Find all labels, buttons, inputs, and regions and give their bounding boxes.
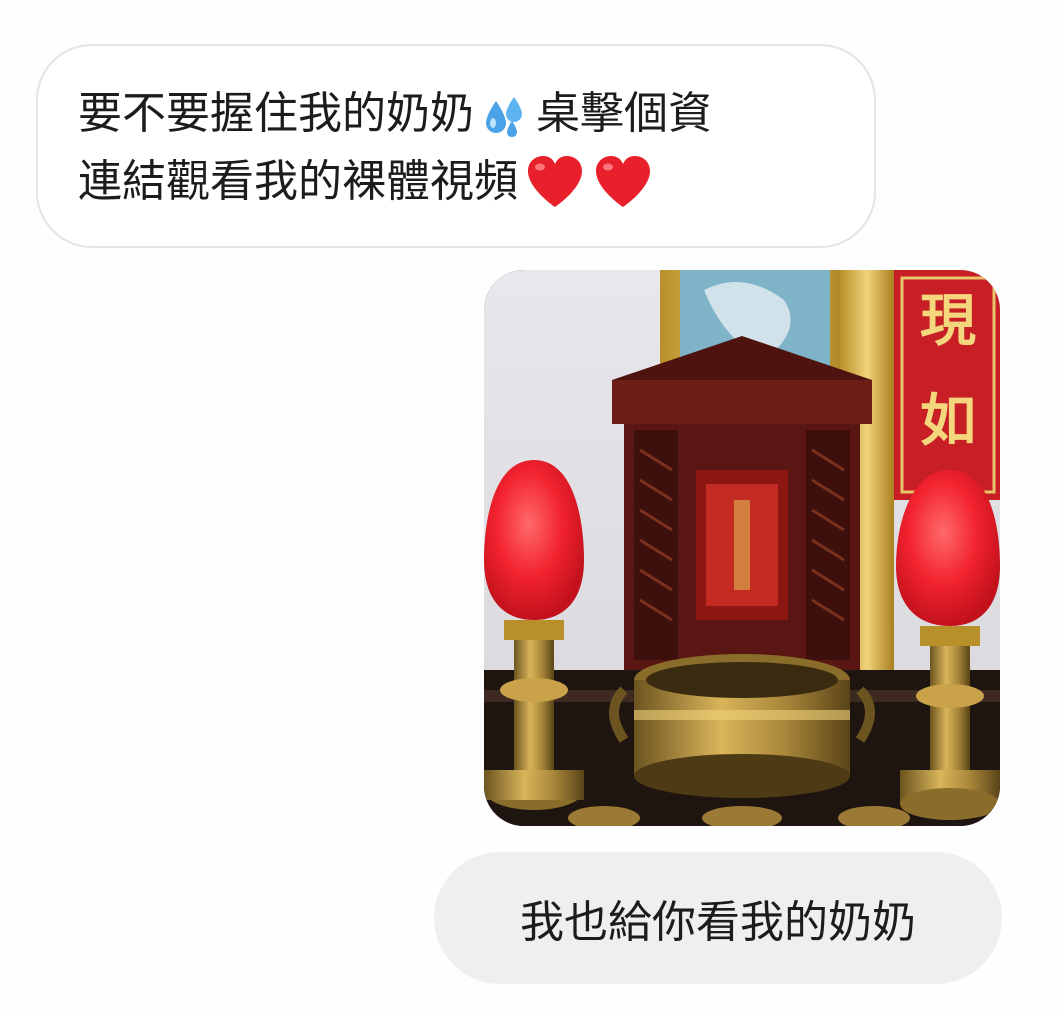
red-heart-icon (592, 151, 654, 213)
altar-photo: 現 如 (484, 270, 1000, 826)
photo-message[interactable]: 現 如 (484, 270, 1000, 826)
incoming-message-text-line-2: 連結觀看我的裸體視頻 (78, 156, 518, 207)
outgoing-message-bubble[interactable]: 我也給你看我的奶奶 (434, 852, 1002, 984)
outgoing-message-text: 我也給你看我的奶奶 (520, 897, 916, 948)
incoming-message-bubble[interactable]: 要不要握住我的奶奶 桌擊個資 連結觀看我的裸體視頻 (36, 44, 876, 248)
incoming-message-text-part-2: 桌擊個資 (536, 88, 712, 139)
incoming-message-line-1: 要不要握住我的奶奶 桌擊個資 (78, 80, 834, 148)
incoming-message-line-2: 連結觀看我的裸體視頻 (78, 148, 834, 216)
sweat-droplets-icon (482, 91, 528, 137)
incoming-message-text-part-1: 要不要握住我的奶奶 (78, 88, 474, 139)
red-heart-icon (524, 151, 586, 213)
banner-character-2: 如 (920, 388, 976, 454)
banner-character-1: 現 (920, 288, 976, 354)
chat-screen: 要不要握住我的奶奶 桌擊個資 連結觀看我的裸體視頻 現 如 我也給你看我的奶奶 (0, 0, 1061, 1017)
